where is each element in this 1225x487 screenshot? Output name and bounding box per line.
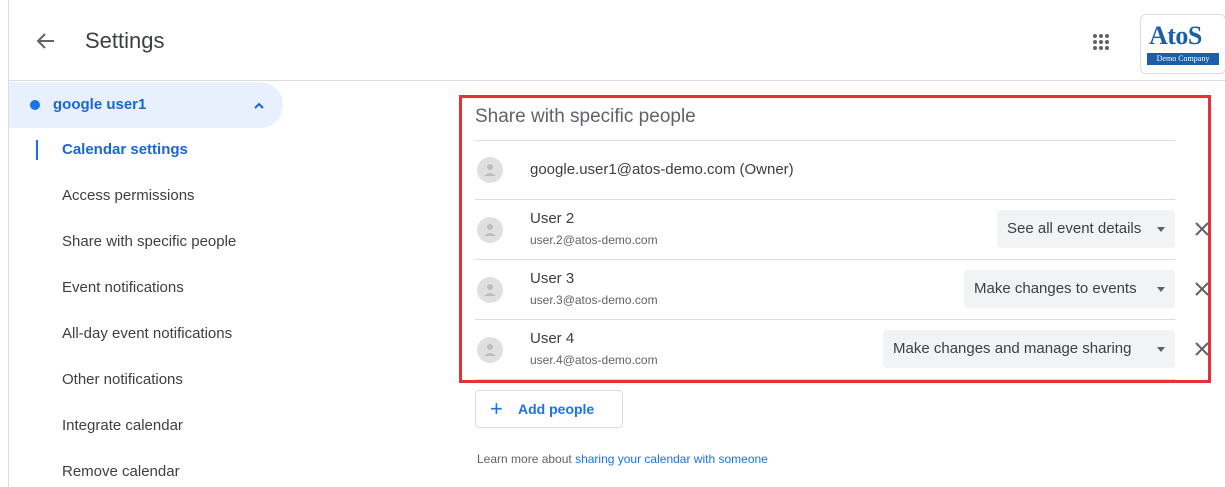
sidebar-item-share-with-specific-people[interactable]: Share with specific people	[62, 233, 236, 250]
calendar-color-dot	[30, 100, 40, 110]
user-email: user.2@atos-demo.com	[530, 233, 658, 247]
sidebar-item-integrate-calendar[interactable]: Integrate calendar	[62, 417, 183, 434]
divider	[475, 140, 1175, 141]
user-email: user.4@atos-demo.com	[530, 353, 658, 367]
active-nav-indicator	[36, 140, 38, 160]
learn-more-link[interactable]: sharing your calendar with someone	[575, 452, 768, 466]
user-name: User 3	[530, 270, 575, 287]
sidebar-account-row[interactable]: google user1	[9, 82, 283, 128]
close-icon[interactable]	[1193, 220, 1211, 238]
close-icon[interactable]	[1193, 340, 1211, 358]
sidebar-item-event-notifications[interactable]: Event notifications	[62, 279, 184, 296]
share-panel: Share with specific people google.user1@…	[475, 100, 1225, 487]
caret-down-icon	[1157, 287, 1165, 292]
sidebar-item-calendar-settings[interactable]: Calendar settings	[62, 141, 188, 158]
permission-dropdown[interactable]: Make changes and manage sharing	[883, 330, 1175, 368]
company-logo[interactable]: AtoS Demo Company	[1140, 14, 1225, 74]
account-name: google user1	[53, 96, 147, 113]
section-title: Share with specific people	[475, 106, 696, 127]
logo-subtitle: Demo Company	[1147, 53, 1219, 65]
avatar-icon	[477, 217, 503, 243]
logo-wordmark: AtoS	[1149, 21, 1202, 50]
avatar-icon	[477, 157, 503, 183]
caret-down-icon	[1157, 347, 1165, 352]
permission-value: Make changes to events	[974, 280, 1137, 297]
window-left-edge	[0, 0, 9, 487]
chevron-up-icon[interactable]	[253, 99, 265, 111]
permission-dropdown[interactable]: Make changes to events	[964, 270, 1175, 308]
learn-more-prefix: Learn more about	[477, 452, 576, 466]
user-name: User 2	[530, 210, 575, 227]
owner-email: google.user1@atos-demo.com (Owner)	[530, 161, 794, 178]
plus-icon: +	[490, 396, 503, 421]
permission-value: Make changes and manage sharing	[893, 340, 1132, 357]
add-people-label: Add people	[518, 401, 595, 417]
permission-value: See all event details	[1007, 220, 1142, 237]
app-header: Settings AtoS Demo Company	[9, 0, 1225, 81]
close-icon[interactable]	[1193, 280, 1211, 298]
settings-sidebar: google user1 Calendar settings Access pe…	[9, 82, 429, 487]
caret-down-icon	[1157, 227, 1165, 232]
sidebar-item-all-day-event-notifications[interactable]: All-day event notifications	[62, 325, 232, 342]
sidebar-item-access-permissions[interactable]: Access permissions	[62, 187, 195, 204]
permission-dropdown[interactable]: See all event details	[997, 210, 1175, 248]
divider	[475, 199, 1175, 200]
back-arrow-icon[interactable]	[33, 28, 59, 54]
add-people-button[interactable]: + Add people	[475, 390, 623, 428]
user-email: user.3@atos-demo.com	[530, 293, 658, 307]
divider	[475, 379, 1175, 380]
apps-grid-icon[interactable]	[1089, 30, 1113, 54]
divider	[475, 319, 1175, 320]
divider	[475, 259, 1175, 260]
avatar-icon	[477, 337, 503, 363]
sidebar-item-remove-calendar[interactable]: Remove calendar	[62, 463, 180, 480]
sidebar-item-other-notifications[interactable]: Other notifications	[62, 371, 183, 388]
avatar-icon	[477, 277, 503, 303]
learn-more-text: Learn more about sharing your calendar w…	[477, 452, 768, 466]
page-title: Settings	[85, 28, 165, 53]
user-name: User 4	[530, 330, 575, 347]
